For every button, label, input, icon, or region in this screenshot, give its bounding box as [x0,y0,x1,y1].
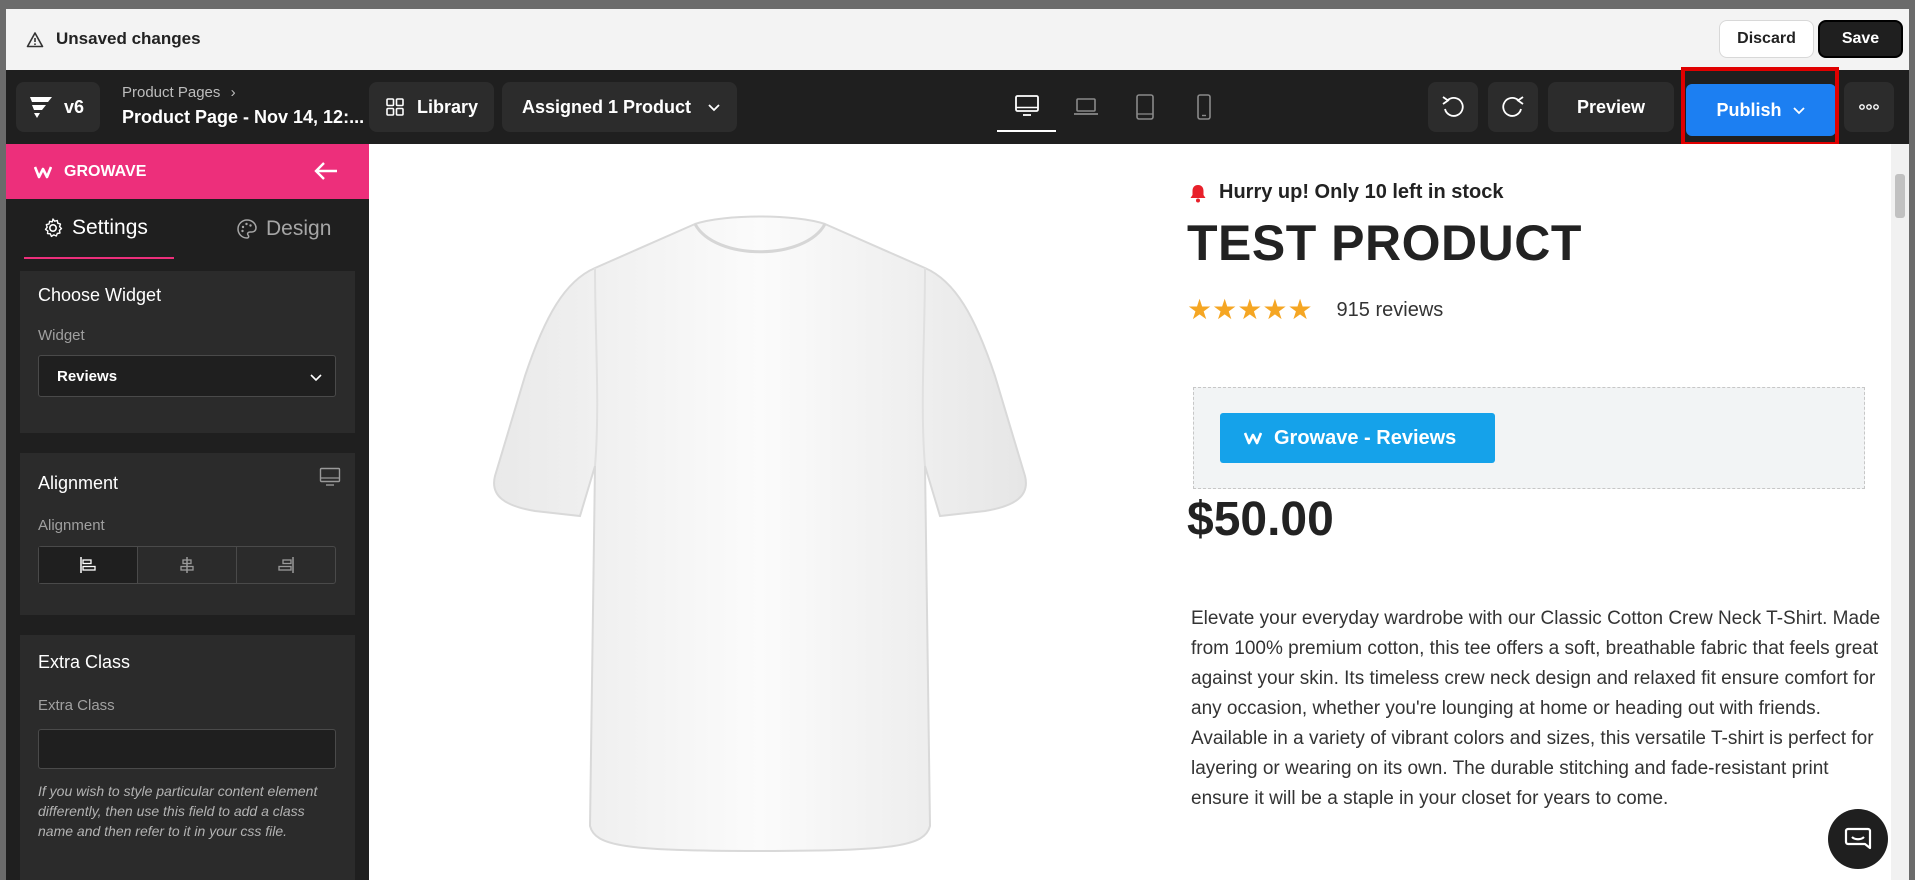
app-logo-menu[interactable]: v6 [16,82,100,132]
preview-button[interactable]: Preview [1548,82,1674,132]
growave-reviews-label: Growave - Reviews [1274,426,1457,449]
more-options-button[interactable] [1844,82,1894,132]
alignment-label: Alignment [38,517,105,534]
tab-settings[interactable]: Settings [24,199,174,259]
breadcrumb-parent[interactable]: Product Pages [122,84,220,101]
growave-reviews-button[interactable]: Growave - Reviews [1220,413,1495,463]
redo-button[interactable] [1488,82,1538,132]
alignment-title: Alignment [38,473,119,493]
tablet-icon [1135,94,1154,120]
library-label: Library [417,96,479,117]
tablet-view-button[interactable] [1115,82,1174,132]
widget-select[interactable]: Reviews [38,355,336,397]
laptop-icon [1073,98,1098,115]
align-right-button[interactable] [237,547,335,583]
more-horizontal-icon [1859,104,1879,110]
star-icon: ★ [1212,294,1238,325]
stock-alert: Hurry up! Only 10 left in stock [1189,181,1504,204]
chat-icon [1844,827,1872,850]
choose-widget-panel: Choose Widget Widget Reviews [20,271,355,433]
sidebar-tabs: Settings Design [6,199,369,259]
pagefly-logo-icon [30,97,52,118]
undo-icon [1442,96,1464,117]
unsaved-changes-bar: Unsaved changes Discard Save [6,9,1909,70]
grid-icon [386,98,404,116]
extra-class-label: Extra Class [38,697,115,714]
product-rating[interactable]: ★ ★ ★ ★ ★ 915 reviews [1187,296,1443,324]
growave-logo-icon [1244,432,1262,445]
laptop-view-button[interactable] [1056,82,1115,132]
description-paragraph: Available in a variety of vibrant colors… [1191,728,1874,809]
arrow-left-icon[interactable] [313,160,339,182]
publish-highlight-outline [1681,67,1839,146]
page-title[interactable]: Product Page - Nov 14, 12:... [122,107,367,128]
gear-icon [44,218,63,238]
widget-select-value: Reviews [57,367,118,385]
mobile-icon [1196,94,1211,120]
extra-class-input[interactable] [38,729,336,769]
editor-toolbar: v6 Product Pages › Product Page - Nov 14… [6,70,1909,144]
growave-header: GROWAVE [6,144,369,199]
growave-logo-icon [34,166,52,178]
settings-sidebar: GROWAVE Settings Design Choose Widget Wi… [6,144,369,880]
desktop-icon [1014,95,1039,116]
page-canvas: Hurry up! Only 10 left in stock TEST PRO… [369,144,1909,880]
redo-icon [1502,96,1524,117]
alignment-button-group [38,546,336,584]
extra-class-title: Extra Class [38,652,131,672]
growave-app-name: GROWAVE [64,162,147,180]
product-price[interactable]: $50.00 [1187,492,1334,547]
scrollbar-thumb[interactable] [1895,174,1905,218]
responsive-desktop-icon[interactable] [319,467,341,487]
tab-settings-label: Settings [72,216,148,239]
align-left-icon [80,557,96,573]
save-button[interactable]: Save [1818,20,1903,58]
library-button[interactable]: Library [369,82,494,132]
palette-icon [237,219,257,239]
align-center-icon [180,557,194,573]
tab-design-label: Design [266,217,332,240]
description-paragraph: Elevate your everyday wardrobe with our … [1191,608,1881,719]
product-description[interactable]: Elevate your everyday wardrobe with our … [1191,604,1881,814]
extra-class-help-text: If you wish to style particular content … [38,783,318,839]
align-center-button[interactable] [138,547,237,583]
tab-design[interactable]: Design [206,199,356,259]
desktop-view-button[interactable] [997,82,1056,132]
chevron-down-icon [708,104,720,112]
chevron-down-icon [310,374,322,382]
unsaved-changes-text: Unsaved changes [56,29,201,48]
widget-label: Widget [38,327,85,344]
chat-launcher-button[interactable] [1828,809,1888,869]
review-count: 915 reviews [1336,298,1444,321]
chevron-right-icon: › [230,84,236,101]
star-icon: ★ [1262,294,1288,325]
choose-widget-title: Choose Widget [38,285,162,305]
product-image[interactable] [455,206,1065,856]
editor-window: Unsaved changes Discard Save v6 Product … [6,9,1909,880]
star-icon: ★ [1287,294,1313,325]
assigned-product-dropdown[interactable]: Assigned 1 Product [502,82,737,132]
warning-icon [26,32,44,48]
version-label: v6 [64,96,85,117]
mobile-view-button[interactable] [1174,82,1233,132]
align-left-button[interactable] [39,547,138,583]
extra-class-panel: Extra Class Extra Class If you wish to s… [20,635,355,880]
bell-icon [1190,184,1206,202]
discard-button[interactable]: Discard [1719,20,1814,58]
star-icon: ★ [1187,294,1213,325]
star-icon: ★ [1237,294,1263,325]
alignment-panel: Alignment Alignment [20,453,355,615]
product-title[interactable]: TEST PRODUCT [1187,214,1582,272]
stock-alert-text: Hurry up! Only 10 left in stock [1219,181,1504,203]
breadcrumb[interactable]: Product Pages › [122,84,236,101]
undo-button[interactable] [1428,82,1478,132]
device-switcher [997,82,1233,132]
growave-widget-placeholder[interactable]: Growave - Reviews [1193,387,1865,489]
assigned-label: Assigned 1 Product [522,96,692,117]
canvas-scrollbar[interactable] [1891,144,1909,880]
align-right-icon [278,557,294,573]
